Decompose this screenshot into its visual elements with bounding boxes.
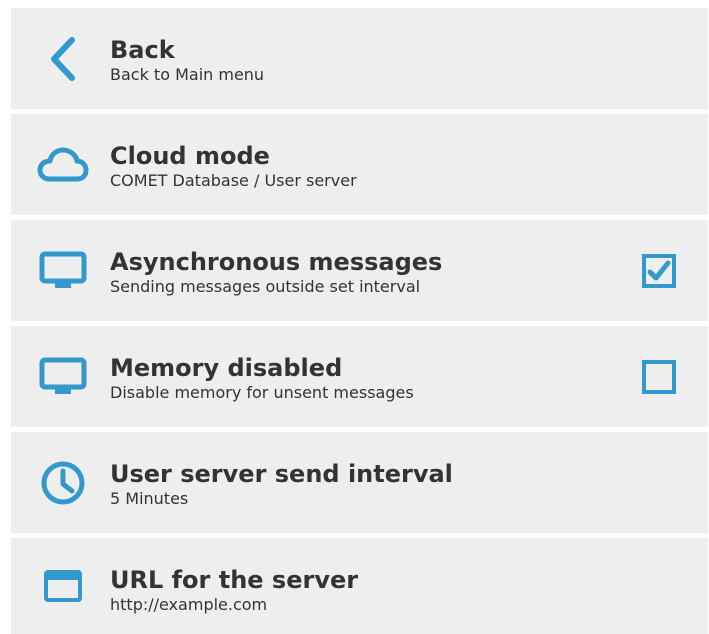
clock-icon (35, 455, 91, 511)
menu-item-subtitle: COMET Database / User server (110, 171, 357, 190)
asynchronous-messages-checkbox[interactable] (642, 253, 676, 288)
chevron-left-icon (35, 31, 91, 87)
monitor-icon (35, 349, 91, 405)
menu-item-title: User server send interval (110, 460, 453, 488)
checkmark-icon (647, 260, 671, 280)
menu-item-title: Back (110, 36, 175, 64)
menu-item-send-interval[interactable]: User server send interval 5 Minutes (11, 432, 708, 533)
menu-item-subtitle: 5 Minutes (110, 489, 189, 508)
settings-menu: Back Back to Main menu Cloud mode COMET … (11, 8, 708, 634)
menu-item-asynchronous-messages[interactable]: Asynchronous messages Sending messages o… (11, 220, 708, 321)
cloud-icon (35, 137, 91, 193)
menu-item-memory-disabled[interactable]: Memory disabled Disable memory for unsen… (11, 326, 708, 427)
menu-item-cloud-mode[interactable]: Cloud mode COMET Database / User server (11, 114, 708, 215)
menu-item-subtitle: http://example.com (110, 595, 268, 614)
menu-item-title: Asynchronous messages (110, 248, 443, 276)
menu-item-subtitle: Back to Main menu (110, 65, 265, 84)
menu-item-title: URL for the server (110, 566, 359, 594)
menu-item-server-url[interactable]: URL for the server http://example.com (11, 538, 708, 634)
menu-item-subtitle: Disable memory for unsent messages (110, 383, 414, 402)
menu-item-back[interactable]: Back Back to Main menu (11, 8, 708, 109)
monitor-icon (35, 243, 91, 299)
menu-item-title: Memory disabled (110, 354, 343, 382)
menu-item-title: Cloud mode (110, 142, 270, 170)
memory-disabled-checkbox[interactable] (642, 359, 676, 394)
menu-item-subtitle: Sending messages outside set interval (110, 277, 421, 296)
window-icon (35, 558, 91, 614)
